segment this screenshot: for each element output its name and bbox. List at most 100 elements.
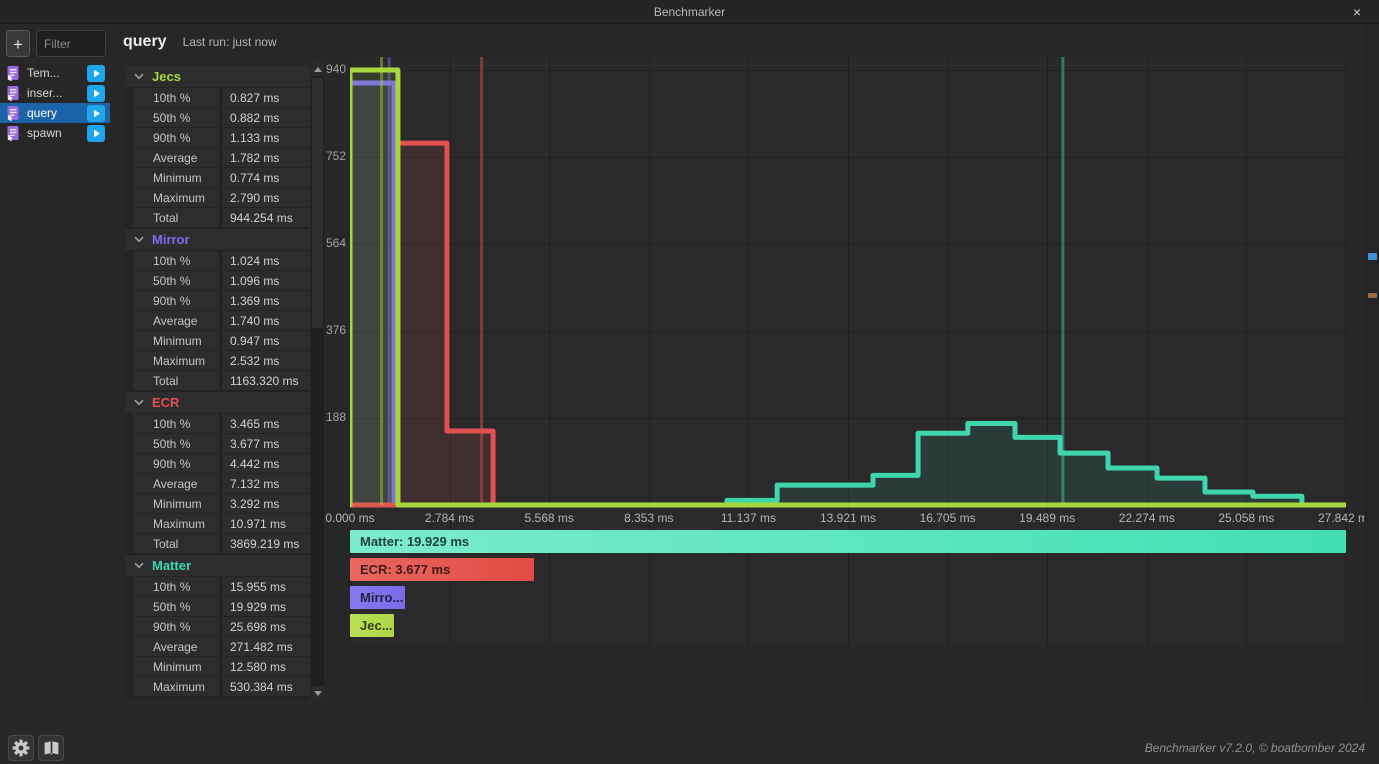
stat-row: Average 1.740 ms bbox=[125, 311, 310, 330]
chart-legend: Matter: 19.929 ms ECR: 3.677 ms Mirro...… bbox=[350, 530, 1346, 642]
stats-section-ecr: ECR 10th % 3.465 ms 50th % 3.677 ms 90th… bbox=[125, 392, 310, 553]
stat-row: Maximum 2.790 ms bbox=[125, 188, 310, 207]
book-icon bbox=[43, 740, 60, 757]
play-icon bbox=[91, 68, 102, 79]
stat-value: 4.442 ms bbox=[222, 454, 310, 473]
stat-row: Maximum 10.971 ms bbox=[125, 514, 310, 533]
stat-label: Minimum bbox=[133, 168, 219, 187]
window-scroll-strip[interactable] bbox=[1365, 25, 1379, 701]
legend-bar-ecr[interactable]: ECR: 3.677 ms bbox=[350, 558, 534, 581]
stat-label: Maximum bbox=[133, 677, 219, 696]
legend-bar-jecs[interactable]: Jec... bbox=[350, 614, 394, 637]
legend-label: ECR: 3.677 ms bbox=[360, 562, 450, 577]
stat-label: Maximum bbox=[133, 514, 219, 533]
legend-bar-mirror[interactable]: Mirro... bbox=[350, 586, 405, 609]
y-tick-label: 940 bbox=[310, 62, 346, 76]
x-tick-label: 25.058 ms bbox=[1218, 511, 1274, 525]
play-icon bbox=[91, 108, 102, 119]
stat-value: 7.132 ms bbox=[222, 474, 310, 493]
stats-section-header[interactable]: Mirror bbox=[125, 229, 310, 250]
stat-row: Average 271.482 ms bbox=[125, 637, 310, 656]
docs-button[interactable] bbox=[38, 735, 64, 761]
filter-input[interactable] bbox=[36, 30, 106, 57]
stat-label: 90th % bbox=[133, 617, 219, 636]
chevron-down-icon bbox=[134, 236, 144, 243]
x-tick-label: 11.137 ms bbox=[721, 511, 776, 525]
script-icon bbox=[5, 65, 21, 81]
stat-row: Minimum 12.580 ms bbox=[125, 657, 310, 676]
stat-value: 25.698 ms bbox=[222, 617, 310, 636]
chevron-down-icon bbox=[134, 399, 144, 406]
legend-label: Jec... bbox=[360, 618, 393, 633]
stat-row: Maximum 530.384 ms bbox=[125, 677, 310, 696]
x-tick-label: 22.274 ms bbox=[1119, 511, 1175, 525]
stat-value: 944.254 ms bbox=[222, 208, 310, 227]
stat-value: 0.827 ms bbox=[222, 88, 310, 107]
stat-label: 10th % bbox=[133, 577, 219, 596]
legend-bar-matter[interactable]: Matter: 19.929 ms bbox=[350, 530, 1346, 553]
stat-label: Total bbox=[133, 208, 219, 227]
title-bar: Benchmarker × bbox=[0, 0, 1379, 24]
stats-section-header[interactable]: Jecs bbox=[125, 66, 310, 87]
stat-value: 530.384 ms bbox=[222, 677, 310, 696]
stat-label: Minimum bbox=[133, 494, 219, 513]
stat-row: Total 1163.320 ms bbox=[125, 371, 310, 390]
settings-button[interactable] bbox=[8, 735, 34, 761]
stat-label: 50th % bbox=[133, 597, 219, 616]
stat-value: 1.096 ms bbox=[222, 271, 310, 290]
x-tick-label: 16.705 ms bbox=[920, 511, 976, 525]
legend-label: Mirro... bbox=[360, 590, 403, 605]
add-benchmark-button[interactable]: + bbox=[6, 30, 30, 57]
run-benchmark-button[interactable] bbox=[87, 65, 105, 82]
window-title: Benchmarker bbox=[654, 5, 725, 19]
run-benchmark-button[interactable] bbox=[87, 125, 105, 142]
stats-section-header[interactable]: ECR bbox=[125, 392, 310, 413]
scroll-down-button[interactable] bbox=[311, 686, 324, 700]
stat-label: Average bbox=[133, 311, 219, 330]
sidebar-item-inser[interactable]: inser... bbox=[0, 83, 110, 103]
sidebar-item-Tem[interactable]: Tem... bbox=[0, 63, 110, 83]
stat-label: 50th % bbox=[133, 271, 219, 290]
x-tick-label: 5.568 ms bbox=[525, 511, 574, 525]
x-tick-label: 2.784 ms bbox=[425, 511, 474, 525]
stat-row: 10th % 1.024 ms bbox=[125, 251, 310, 270]
stats-section-matter: Matter 10th % 15.955 ms 50th % 19.929 ms… bbox=[125, 555, 310, 696]
stat-row: 10th % 15.955 ms bbox=[125, 577, 310, 596]
close-icon[interactable]: × bbox=[1335, 0, 1379, 23]
x-tick-label: 8.353 ms bbox=[624, 511, 673, 525]
stats-section-header[interactable]: Matter bbox=[125, 555, 310, 576]
stat-value: 3.292 ms bbox=[222, 494, 310, 513]
run-benchmark-button[interactable] bbox=[87, 85, 105, 102]
x-tick-label: 19.489 ms bbox=[1019, 511, 1075, 525]
stat-row: Maximum 2.532 ms bbox=[125, 351, 310, 370]
stat-label: 90th % bbox=[133, 291, 219, 310]
stats-section-name: Matter bbox=[152, 558, 191, 573]
stat-row: 50th % 3.677 ms bbox=[125, 434, 310, 453]
stat-row: 50th % 0.882 ms bbox=[125, 108, 310, 127]
stat-row: Minimum 0.774 ms bbox=[125, 168, 310, 187]
benchmark-list: Tem... inser... query bbox=[0, 63, 110, 143]
stat-value: 0.774 ms bbox=[222, 168, 310, 187]
run-benchmark-button[interactable] bbox=[87, 105, 105, 122]
page-title: query bbox=[123, 33, 167, 51]
stats-panel: Jecs 10th % 0.827 ms 50th % 0.882 ms 90t… bbox=[125, 66, 310, 700]
stat-label: 50th % bbox=[133, 108, 219, 127]
stats-section-name: ECR bbox=[152, 395, 179, 410]
play-icon bbox=[91, 128, 102, 139]
sidebar-item-label: spawn bbox=[27, 126, 87, 140]
last-run-label: Last run: just now bbox=[183, 35, 277, 49]
stat-label: Average bbox=[133, 148, 219, 167]
stat-row: Average 7.132 ms bbox=[125, 474, 310, 493]
sidebar-item-query[interactable]: query bbox=[0, 103, 110, 123]
triangle-down-icon bbox=[314, 691, 322, 696]
stat-value: 1.369 ms bbox=[222, 291, 310, 310]
stat-label: 90th % bbox=[133, 128, 219, 147]
stat-value: 2.532 ms bbox=[222, 351, 310, 370]
x-tick-label: 13.921 ms bbox=[820, 511, 876, 525]
script-icon bbox=[5, 85, 21, 101]
stat-value: 0.882 ms bbox=[222, 108, 310, 127]
scrollbar-thumb[interactable] bbox=[312, 78, 323, 328]
stat-value: 19.929 ms bbox=[222, 597, 310, 616]
sidebar-item-spawn[interactable]: spawn bbox=[0, 123, 110, 143]
stat-label: Minimum bbox=[133, 331, 219, 350]
